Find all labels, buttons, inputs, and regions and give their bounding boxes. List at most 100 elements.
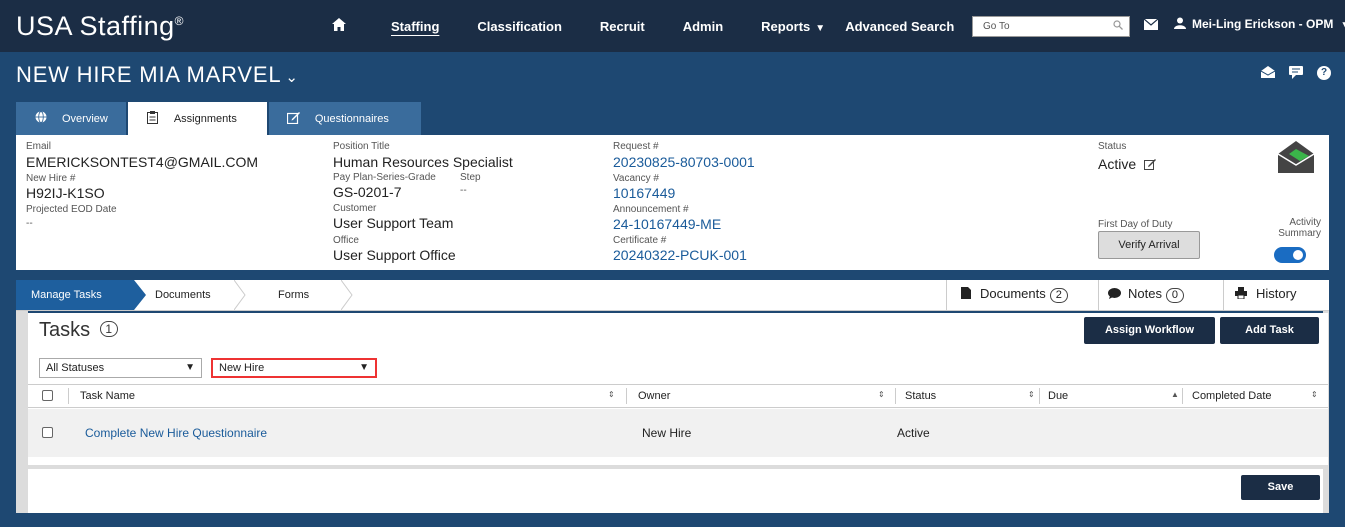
- office-value: User Support Office: [333, 247, 456, 263]
- status-value: Active: [1098, 156, 1157, 173]
- page-title-text: NEW HIRE MIA MARVEL: [16, 62, 282, 87]
- sort-icon[interactable]: ⇕: [878, 390, 885, 399]
- column-divider: [895, 388, 896, 404]
- email-value: EMERICKSONTEST4@GMAIL.COM: [26, 154, 259, 170]
- column-divider: [626, 388, 627, 404]
- request-label: Request #: [613, 141, 659, 152]
- status-filter-select[interactable]: All Statuses ▼: [39, 358, 202, 378]
- notes-link-label: Notes: [1128, 286, 1162, 301]
- column-completed-date[interactable]: Completed Date: [1192, 390, 1272, 402]
- tab-questionnaires[interactable]: Questionnaires: [268, 102, 421, 135]
- divider: [946, 280, 947, 310]
- sort-icon[interactable]: ⇕: [1311, 390, 1318, 399]
- panel-frame: [1323, 469, 1329, 513]
- task-type-filter-value: New Hire: [219, 362, 265, 374]
- globe-icon: [34, 111, 48, 126]
- status-text: Active: [1098, 156, 1137, 172]
- help-icon[interactable]: ?: [1317, 66, 1331, 80]
- edit-status-icon[interactable]: [1144, 157, 1157, 173]
- assign-workflow-button[interactable]: Assign Workflow: [1084, 317, 1215, 344]
- new-hire-number-value: H92IJ-K1SO: [26, 185, 105, 201]
- tab-questionnaires-label: Questionnaires: [314, 112, 389, 125]
- step-divider: [341, 280, 353, 310]
- clipboard-icon: [146, 110, 160, 127]
- save-button[interactable]: Save: [1241, 475, 1320, 500]
- verify-arrival-button[interactable]: Verify Arrival: [1098, 231, 1200, 259]
- top-navigation-bar: USA Staffing® Staffing Classification Re…: [0, 0, 1345, 52]
- nav-staffing[interactable]: Staffing: [391, 19, 439, 34]
- notes-count-badge: 0: [1165, 288, 1184, 303]
- brand-name: USA Staffing: [16, 10, 175, 41]
- tasks-panel: Tasks 1 Assign Workflow Add Task All Sta…: [28, 313, 1328, 465]
- sort-ascending-icon[interactable]: ▲: [1171, 390, 1179, 399]
- request-link[interactable]: 20230825-80703-0001: [613, 154, 755, 170]
- position-title-value: Human Resources Specialist: [333, 154, 513, 170]
- nav-recruit[interactable]: Recruit: [600, 19, 645, 34]
- tab-assignments[interactable]: Assignments: [127, 102, 267, 135]
- sort-icon[interactable]: ⇕: [1028, 390, 1035, 399]
- search-icon[interactable]: [1113, 20, 1123, 33]
- nav-reports[interactable]: Reports ▼: [761, 19, 825, 34]
- tab-overview-label: Overview: [62, 112, 108, 125]
- activity-label-line1: Activity: [1289, 217, 1321, 228]
- step-forms[interactable]: Forms: [278, 280, 338, 310]
- announcement-link[interactable]: 24-10167449-ME: [613, 216, 721, 232]
- open-mail-icon[interactable]: [1260, 66, 1276, 80]
- task-type-filter-select[interactable]: New Hire ▼: [211, 358, 377, 378]
- history-link-label: History: [1256, 286, 1297, 301]
- column-divider: [1182, 388, 1183, 404]
- history-link[interactable]: History: [1235, 286, 1296, 302]
- chevron-down-icon: ▼: [815, 22, 826, 34]
- chevron-down-icon: ▼: [1340, 20, 1345, 31]
- step-manage-tasks[interactable]: Manage Tasks: [16, 280, 134, 310]
- step-documents[interactable]: Documents: [155, 280, 245, 310]
- step-label: Step: [460, 172, 481, 183]
- customer-value: User Support Team: [333, 215, 454, 231]
- chevron-down-icon: ▼: [359, 362, 369, 373]
- page-title[interactable]: NEW HIRE MIA MARVEL ⌄: [16, 62, 299, 88]
- chevron-down-icon: ⌄: [285, 69, 299, 86]
- task-status: Active: [897, 426, 930, 440]
- column-owner[interactable]: Owner: [638, 390, 670, 402]
- user-icon: [1174, 17, 1186, 29]
- brand-logo[interactable]: USA Staffing®: [16, 11, 281, 42]
- home-icon[interactable]: [319, 17, 359, 35]
- status-filter-value: All Statuses: [46, 362, 105, 374]
- email-label: Email: [26, 141, 52, 152]
- column-divider: [68, 388, 69, 404]
- task-name-link[interactable]: Complete New Hire Questionnaire: [85, 426, 267, 440]
- add-task-button[interactable]: Add Task: [1220, 317, 1319, 344]
- printer-icon: [1235, 287, 1247, 302]
- vacancy-label: Vacancy #: [613, 173, 659, 184]
- sort-icon[interactable]: ⇕: [608, 390, 615, 399]
- tab-overview[interactable]: Overview: [16, 102, 126, 135]
- table-row[interactable]: Complete New Hire Questionnaire New Hire…: [28, 409, 1328, 457]
- user-menu[interactable]: Mei-Ling Erickson - OPM ▼: [1174, 17, 1345, 31]
- tasks-table-header: Task Name ⇕ Owner ⇕ Status ⇕ Due ▲ Compl…: [28, 384, 1328, 408]
- projected-eod-label: Projected EOD Date: [26, 204, 117, 215]
- mail-icon[interactable]: [1143, 17, 1159, 30]
- tasks-footer: Save: [28, 469, 1323, 513]
- panel-frame: [16, 311, 28, 466]
- documents-link[interactable]: Documents 2: [961, 286, 1068, 303]
- pay-plan-label: Pay Plan-Series-Grade: [333, 172, 436, 183]
- activity-summary-toggle[interactable]: [1274, 247, 1306, 263]
- nav-advanced-search[interactable]: Advanced Search: [845, 19, 954, 34]
- select-all-checkbox[interactable]: [42, 390, 53, 401]
- vacancy-link[interactable]: 10167449: [613, 185, 675, 201]
- task-owner: New Hire: [642, 426, 692, 440]
- nav-admin[interactable]: Admin: [683, 19, 723, 34]
- row-checkbox[interactable]: [42, 427, 53, 438]
- column-due[interactable]: Due: [1048, 390, 1068, 402]
- task-subnav: Manage Tasks Documents Forms Documents 2 …: [16, 280, 1329, 311]
- column-status[interactable]: Status: [905, 390, 936, 402]
- certificate-link[interactable]: 20240322-PCUK-001: [613, 247, 747, 263]
- first-day-of-duty-label: First Day of Duty: [1098, 219, 1173, 230]
- column-task-name[interactable]: Task Name: [80, 390, 135, 402]
- comment-icon[interactable]: [1289, 66, 1303, 80]
- page-header: NEW HIRE MIA MARVEL ⌄ ?: [0, 52, 1345, 100]
- nav-classification[interactable]: Classification: [477, 19, 562, 34]
- goto-search-input[interactable]: Go To: [972, 16, 1130, 37]
- notes-link[interactable]: Notes 0: [1108, 286, 1184, 303]
- step-divider: [234, 280, 246, 310]
